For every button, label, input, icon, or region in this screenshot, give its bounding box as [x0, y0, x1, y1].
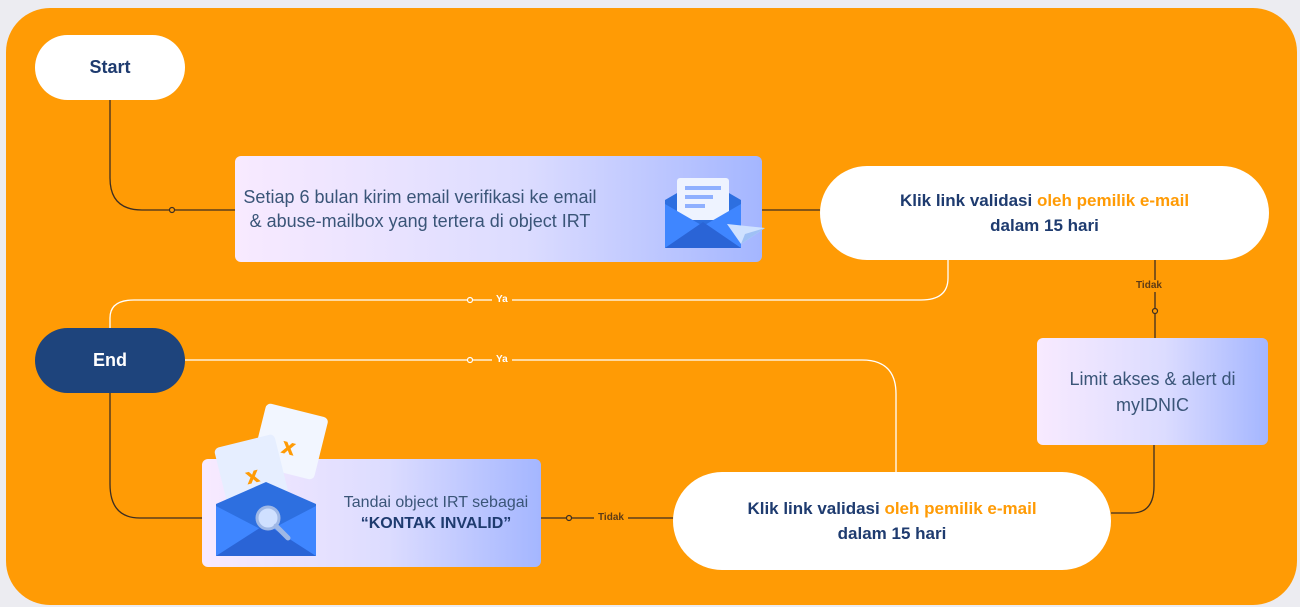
invalid-contact-icon: x x	[214, 403, 328, 556]
edge-start-to-send	[109, 100, 235, 211]
send-verification-node: Setiap 6 bulan kirim email verifikasi ke…	[235, 156, 765, 262]
flowchart-canvas: Start End Setiap 6 bulan kirim email ver…	[6, 8, 1297, 605]
arrow-marker	[466, 296, 474, 304]
edge-label-no-right: Tidak	[1132, 280, 1166, 292]
start-label: Start	[89, 57, 131, 77]
edge-validate-top-yes	[109, 260, 949, 328]
validate-bottom-part1: Klik link validasi	[747, 499, 885, 518]
validate-bottom-part3: dalam 15 hari	[837, 524, 947, 543]
end-node: End	[35, 328, 185, 393]
limit-access-text: Limit akses & alert di myIDNIC	[1069, 368, 1236, 415]
arrow-marker	[565, 514, 573, 522]
mark-invalid-bold: “KONTAK INVALID”	[360, 515, 512, 532]
start-node: Start	[35, 35, 185, 100]
validate-top-part3: dalam 15 hari	[990, 216, 1099, 235]
validate-bottom-part2: oleh pemilik e-mail	[884, 499, 1037, 518]
validate-top-part1: Klik link validasi	[899, 191, 1037, 210]
arrow-marker	[168, 206, 176, 214]
mark-invalid-prefix: Tandai object IRT sebagai	[343, 494, 529, 511]
validate-link-top-node: Klik link validasi oleh pemilik e-mail d…	[820, 166, 1269, 260]
arrow-marker	[466, 356, 474, 364]
end-label: End	[93, 350, 127, 370]
edge-label-yes-top: Ya	[492, 294, 512, 306]
edge-end-to-mark	[109, 393, 202, 519]
email-icon	[665, 178, 765, 248]
send-verification-text: Setiap 6 bulan kirim email verifikasi ke…	[243, 187, 597, 231]
edge-limit-to-validate-bot	[1111, 445, 1155, 514]
validate-link-bottom-node: Klik link validasi oleh pemilik e-mail d…	[673, 472, 1111, 570]
validate-bottom-text: Klik link validasi oleh pemilik e-mail d…	[722, 496, 1062, 546]
validate-top-text: Klik link validasi oleh pemilik e-mail d…	[880, 188, 1210, 238]
validate-top-part2: oleh pemilik e-mail	[1036, 191, 1190, 210]
edge-label-no-bottom: Tidak	[594, 512, 628, 524]
edge-label-yes-bottom: Ya	[492, 354, 512, 366]
limit-access-node: Limit akses & alert di myIDNIC	[1037, 338, 1268, 445]
arrow-marker	[1151, 307, 1159, 315]
mark-invalid-text: Tandai object IRT sebagai “KONTAK INVALI…	[337, 492, 535, 534]
